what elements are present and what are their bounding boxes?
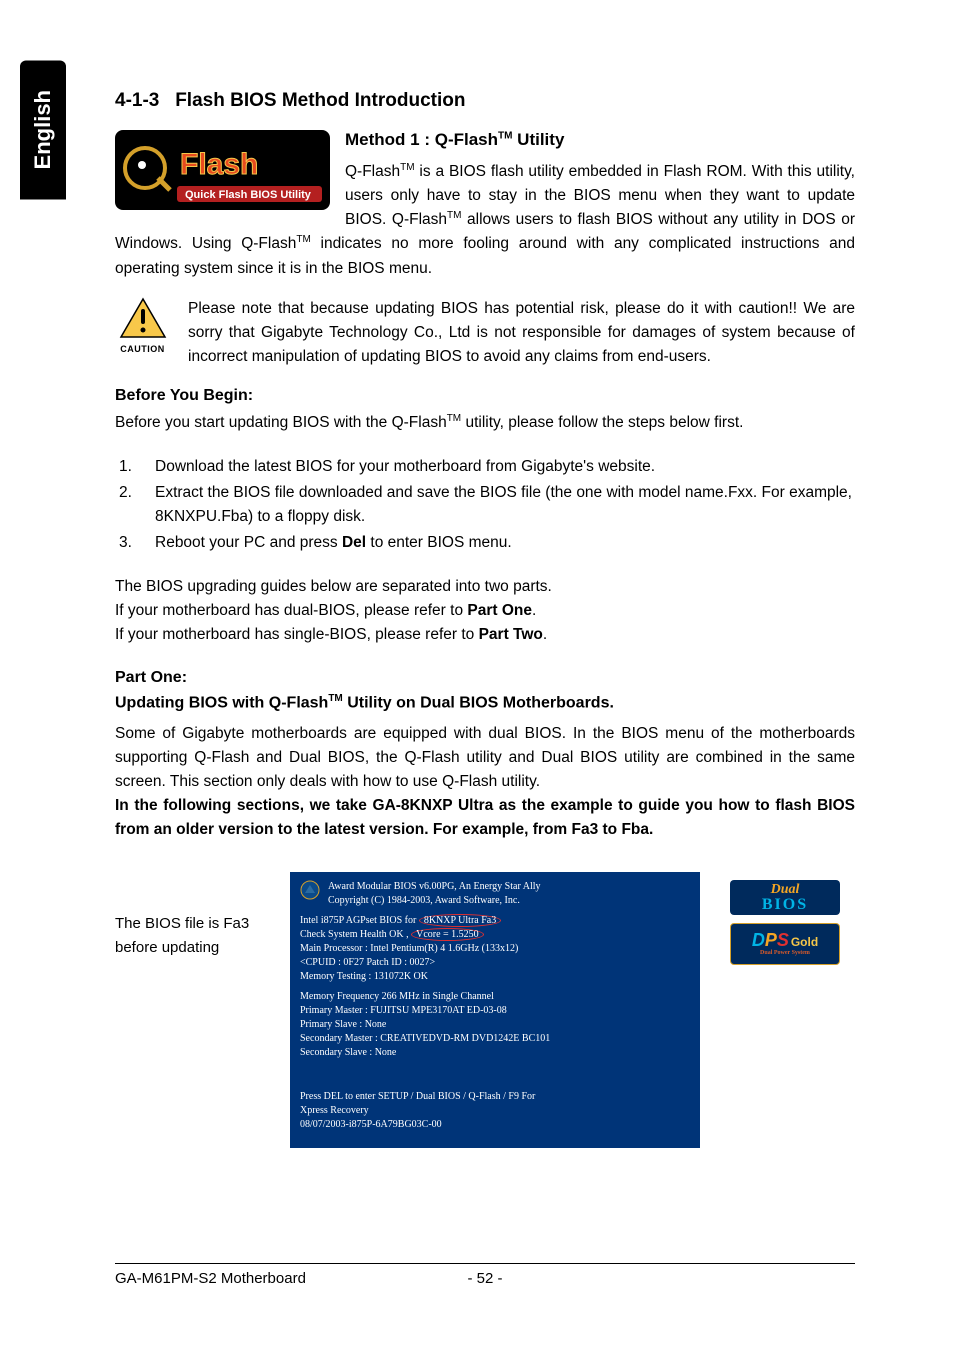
tm-mark: TM [498, 130, 512, 141]
guide-block: The BIOS upgrading guides below are sepa… [115, 575, 855, 647]
guide-line3-bold: Part Two [479, 626, 543, 643]
health-prefix: Check System Health OK , [300, 929, 409, 940]
bios-emblem [300, 880, 320, 900]
language-tab: English [20, 60, 66, 199]
qflash-logo: Flash Quick Flash BIOS Utility [115, 130, 330, 210]
method1-title-suffix: Utility [512, 130, 564, 149]
part-one-note: In the following sections, we take GA-8K… [115, 794, 855, 842]
section-title: 4-1-3 Flash BIOS Method Introduction [115, 90, 855, 112]
method1-title-prefix: Method 1 : Q-Flash [345, 130, 498, 149]
bios-cpu: Main Processor : Intel Pentium(R) 4 1.6G… [300, 942, 690, 956]
bios-caption: The BIOS file is Fa3 before updating [115, 872, 270, 959]
guide-line2: If your motherboard has dual-BIOS, pleas… [115, 599, 855, 623]
bios-footer-line: 08/07/2003-i875P-6A79BG03C-00 [300, 1118, 690, 1132]
bios-highlight-1: 8KNXP Ultra Fa3 [419, 914, 501, 927]
chipset-prefix: Intel i875P AGPset BIOS for [300, 915, 416, 926]
part-one-para: Some of Gigabyte motherboards are equipp… [115, 722, 855, 794]
para-prefix: Q-Flash [345, 163, 400, 180]
step-1: 1.Download the latest BIOS for your moth… [119, 455, 855, 479]
bios-word: BIOS [762, 897, 808, 913]
bios-device-line: Secondary Slave : None [300, 1046, 690, 1060]
step-num: 1. [119, 455, 155, 479]
before-begin-heading: Before You Begin: [115, 387, 855, 405]
page-footer: GA-M61PM-S2 Motherboard - 52 - [115, 1263, 855, 1287]
bios-device-line: Primary Slave : None [300, 1018, 690, 1032]
bios-highlight-2: Vcore = 1.5250 [411, 928, 484, 941]
caution-block: CAUTION Please note that because updatin… [115, 297, 855, 369]
bios-footer: Press DEL to enter SETUP / Dual BIOS / Q… [300, 1090, 690, 1132]
step-num: 2. [119, 481, 155, 505]
footer-left: GA-M61PM-S2 Motherboard [115, 1270, 362, 1287]
guide-line2-bold: Part One [467, 602, 532, 619]
page-content: 4-1-3 Flash BIOS Method Introduction Fla… [115, 90, 855, 1148]
guide-line1: The BIOS upgrading guides below are sepa… [115, 575, 855, 599]
dps-sub: Dual Power System [760, 949, 810, 957]
tm-mark: TM [447, 210, 461, 221]
bios-health-line: Check System Health OK , Vcore = 1.5250 [300, 928, 690, 942]
step-text: Extract the BIOS file downloaded and sav… [155, 481, 855, 529]
step-text: Reboot your PC and press Del to enter BI… [155, 531, 512, 555]
before-begin-intro: Before you start updating BIOS with the … [115, 411, 855, 435]
dps-gold: Gold [791, 935, 818, 949]
bios-device-line: Secondary Master : CREATIVEDVD-RM DVD124… [300, 1032, 690, 1046]
bios-screen: Award Modular BIOS v6.00PG, An Energy St… [290, 872, 700, 1148]
steps-list: 1.Download the latest BIOS for your moth… [119, 455, 855, 555]
bios-sysinfo: Intel i875P AGPset BIOS for 8KNXP Ultra … [300, 914, 690, 984]
caution-text: Please note that because updating BIOS h… [188, 297, 855, 369]
section-title-text: Flash BIOS Method Introduction [175, 90, 465, 111]
step-2: 2.Extract the BIOS file downloaded and s… [119, 481, 855, 529]
bios-header-line1: Award Modular BIOS v6.00PG, An Energy St… [328, 880, 541, 894]
caution-label: CAUTION [115, 344, 170, 354]
section-number: 4-1-3 [115, 90, 159, 111]
guide-line3-suffix: . [543, 626, 547, 643]
tm-mark: TM [447, 413, 461, 424]
bios-cpuid: <CPUID : 0F27 Patch ID : 0027> [300, 956, 690, 970]
svg-text:Quick Flash BIOS Utility: Quick Flash BIOS Utility [185, 189, 312, 201]
dps-logo: DPSGold Dual Power System [730, 923, 840, 965]
step-num: 3. [119, 531, 155, 555]
bios-footer-line: Press DEL to enter SETUP / Dual BIOS / Q… [300, 1090, 690, 1104]
bios-header: Award Modular BIOS v6.00PG, An Energy St… [300, 880, 690, 908]
guide-line3-prefix: If your motherboard has single-BIOS, ple… [115, 626, 479, 643]
bios-chipset-line: Intel i875P AGPset BIOS for 8KNXP Ultra … [300, 914, 690, 928]
intro-suffix: utility, please follow the steps below f… [461, 414, 743, 431]
tm-mark: TM [328, 693, 342, 704]
bios-side-logos: Dual BIOS DPSGold Dual Power System [730, 880, 840, 965]
tm-mark: TM [296, 234, 310, 245]
svg-text:Flash: Flash [180, 148, 258, 181]
intro-prefix: Before you start updating BIOS with the … [115, 414, 447, 431]
guide-line3: If your motherboard has single-BIOS, ple… [115, 623, 855, 647]
bios-footer-line: Xpress Recovery [300, 1104, 690, 1118]
bios-devices: Memory Frequency 266 MHz in Single Chann… [300, 990, 690, 1060]
subheading-suffix: Utility on Dual BIOS Motherboards. [343, 694, 614, 711]
dual-word: Dual [771, 883, 800, 897]
bios-device-line: Primary Master : FUJITSU MPE3170AT ED-03… [300, 1004, 690, 1018]
caution-icon: CAUTION [115, 297, 170, 354]
bios-header-line2: Copyright (C) 1984-2003, Award Software,… [328, 894, 541, 908]
step-3: 3.Reboot your PC and press Del to enter … [119, 531, 855, 555]
qflash-logo-svg: Flash Quick Flash BIOS Utility [115, 130, 330, 210]
part-one-heading: Part One: [115, 669, 855, 687]
step-text: Download the latest BIOS for your mother… [155, 455, 655, 479]
subheading-prefix: Updating BIOS with Q-Flash [115, 694, 328, 711]
footer-page-number: - 52 - [362, 1270, 609, 1287]
bios-header-text: Award Modular BIOS v6.00PG, An Energy St… [328, 880, 541, 908]
guide-line2-prefix: If your motherboard has dual-BIOS, pleas… [115, 602, 467, 619]
bios-figure: The BIOS file is Fa3 before updating Awa… [115, 872, 855, 1148]
dual-bios-logo: Dual BIOS [730, 880, 840, 915]
dps-main: DPSGold [752, 931, 818, 949]
bios-memtest: Memory Testing : 131072K OK [300, 970, 690, 984]
part-one-subheading: Updating BIOS with Q-FlashTM Utility on … [115, 693, 855, 712]
footer-right [608, 1270, 855, 1287]
bios-device-line: Memory Frequency 266 MHz in Single Chann… [300, 990, 690, 1004]
tm-mark: TM [400, 162, 414, 173]
guide-line2-suffix: . [532, 602, 536, 619]
